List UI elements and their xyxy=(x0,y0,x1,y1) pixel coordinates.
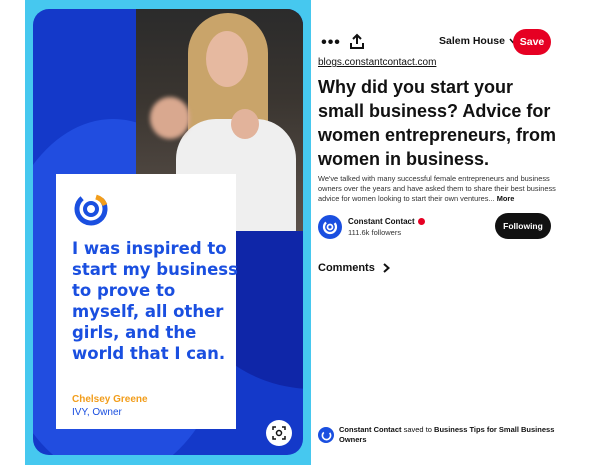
source-link[interactable]: blogs.constantcontact.com xyxy=(318,57,436,68)
follower-count: 111.6k followers xyxy=(348,228,402,237)
saved-to-text: Constant Contact saved to Business Tips … xyxy=(339,425,559,445)
constant-contact-logo-icon xyxy=(322,219,338,235)
pin-details-panel: ••• Salem House Save blogs.constantconta… xyxy=(311,9,569,455)
board-dropdown-label: Salem House xyxy=(439,35,505,47)
pin-toolbar: ••• Salem House Save xyxy=(311,29,569,57)
visual-search-button[interactable] xyxy=(266,420,292,446)
quote-author-role: IVY, Owner xyxy=(72,407,122,418)
comments-toggle[interactable]: Comments xyxy=(318,262,390,274)
saved-by-link[interactable]: Constant Contact xyxy=(339,425,402,434)
pin-closeup-page: I was inspired to start my business to p… xyxy=(0,0,600,465)
more-options-button[interactable]: ••• xyxy=(321,33,341,53)
author-name-label: Constant Contact xyxy=(348,217,415,226)
saved-to-row: Constant Contact saved to Business Tips … xyxy=(318,425,563,447)
pin-description-text: We've talked with many successful female… xyxy=(318,174,556,203)
pin-image[interactable]: I was inspired to start my business to p… xyxy=(33,9,303,455)
author-name[interactable]: Constant Contact xyxy=(348,217,425,226)
constant-contact-logo-icon xyxy=(321,430,331,440)
pin-title: Why did you start your small business? A… xyxy=(318,77,557,169)
avatar[interactable] xyxy=(318,427,334,443)
constant-contact-logo-icon xyxy=(74,192,108,226)
visual-search-icon xyxy=(272,426,286,440)
share-icon[interactable] xyxy=(347,32,367,52)
save-button[interactable]: Save xyxy=(513,29,551,55)
comments-label: Comments xyxy=(318,262,375,274)
chevron-right-icon xyxy=(383,263,390,273)
author-row: Constant Contact 111.6k followers Follow… xyxy=(318,211,558,241)
pin-description: We've talked with many successful female… xyxy=(318,174,558,204)
verified-badge-icon xyxy=(417,218,425,225)
following-button[interactable]: Following xyxy=(495,213,551,239)
quote-author-name: Chelsey Greene xyxy=(72,394,148,405)
board-dropdown[interactable]: Salem House xyxy=(439,35,517,47)
quote-card: I was inspired to start my business to p… xyxy=(56,174,238,429)
saved-action: saved to xyxy=(403,425,432,434)
quote-text: I was inspired to start my business to p… xyxy=(72,239,238,363)
avatar[interactable] xyxy=(318,215,342,239)
more-link[interactable]: More xyxy=(497,194,515,203)
